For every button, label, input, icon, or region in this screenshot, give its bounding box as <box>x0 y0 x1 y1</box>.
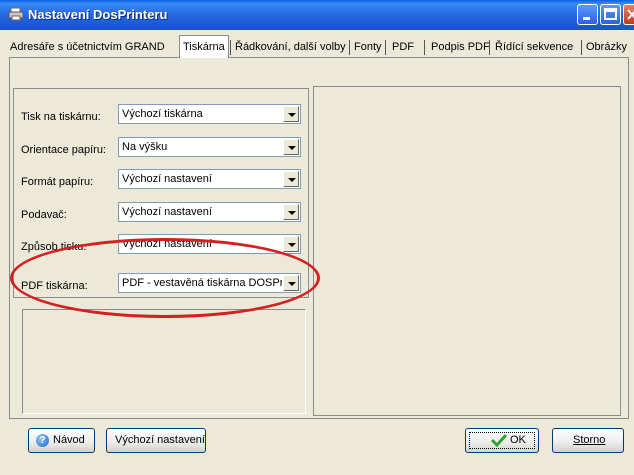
check-icon <box>490 433 508 447</box>
pdf-printer-select[interactable]: PDF - vestavěná tiskárna DOSPrin <box>118 273 301 293</box>
tab-strip: Adresáře s účetnictvím GRAND Tiskárna Řá… <box>0 35 634 58</box>
help-button-label: Návod <box>53 434 85 446</box>
chevron-down-icon[interactable] <box>283 106 299 122</box>
paper-format-select-value: Výchozí nastavení <box>122 173 212 185</box>
ok-button-label: OK <box>510 434 526 446</box>
preview-area <box>313 86 621 416</box>
info-area <box>22 309 306 414</box>
title-bar: Nastavení DosPrinteru <box>0 0 634 30</box>
print-mode-select[interactable]: Výchozí nastavení <box>118 234 301 254</box>
chevron-down-icon[interactable] <box>283 139 299 155</box>
close-button[interactable] <box>623 4 634 25</box>
tab-obrazky[interactable]: Obrázky <box>583 37 630 57</box>
tab-separator <box>424 40 425 55</box>
tab-adresare[interactable]: Adresáře s účetnictvím GRAND <box>7 37 168 57</box>
cancel-button[interactable]: Storno <box>552 428 624 453</box>
tab-pdf[interactable]: PDF <box>389 37 417 57</box>
label-tisk-na-tiskarnu: Tisk na tiskárnu: <box>21 111 101 123</box>
printer-icon <box>8 7 24 21</box>
orientation-select[interactable]: Na výšku <box>118 137 301 157</box>
help-button[interactable]: ? Návod <box>28 428 95 453</box>
chevron-down-icon[interactable] <box>283 236 299 252</box>
chevron-down-icon[interactable] <box>283 204 299 220</box>
defaults-button[interactable]: Výchozí nastavení <box>106 428 206 453</box>
paper-format-select[interactable]: Výchozí nastavení <box>118 169 301 189</box>
cancel-button-label: Storno <box>573 434 606 446</box>
printer-select[interactable]: Výchozí tiskárna <box>118 104 301 124</box>
tab-radkovani[interactable]: Řádkování, další volby <box>232 37 349 57</box>
tab-separator <box>349 40 350 55</box>
label-format-papiru: Formát papíru: <box>21 176 94 188</box>
label-orientace-papiru: Orientace papíru: <box>21 144 106 156</box>
maximize-icon <box>604 8 617 20</box>
close-icon <box>627 9 634 20</box>
minimize-icon <box>583 17 590 20</box>
tab-fonty[interactable]: Fonty <box>351 37 385 57</box>
printer-select-value: Výchozí tiskárna <box>122 108 203 120</box>
label-podavac: Podavač: <box>21 209 67 221</box>
ok-button[interactable]: OK <box>465 428 539 453</box>
paper-tray-select[interactable]: Výchozí nastavení <box>118 202 301 222</box>
tab-podpis-pdf[interactable]: Podpis PDF <box>428 37 493 57</box>
help-icon: ? <box>36 434 49 447</box>
tab-separator <box>489 40 490 55</box>
window-title: Nastavení DosPrinteru <box>28 7 168 22</box>
paper-tray-select-value: Výchozí nastavení <box>122 206 212 218</box>
chevron-down-icon[interactable] <box>283 171 299 187</box>
chevron-down-icon[interactable] <box>283 275 299 291</box>
label-pdf-tiskarna: PDF tiskárna: <box>21 280 88 292</box>
tab-tiskarna[interactable]: Tiskárna <box>179 35 229 58</box>
pdf-printer-select-value: PDF - vestavěná tiskárna DOSPrin <box>122 277 282 289</box>
tab-separator <box>230 40 231 55</box>
tab-ridici-sekvence[interactable]: Řídící sekvence <box>492 37 576 57</box>
tab-separator <box>581 40 582 55</box>
tab-separator <box>385 40 386 55</box>
label-zpusob-tisku: Způsob tisku: <box>21 241 87 253</box>
print-mode-select-value: Výchozí nastavení <box>122 238 212 250</box>
maximize-button[interactable] <box>600 4 621 25</box>
defaults-button-label: Výchozí nastavení <box>115 434 205 446</box>
minimize-button[interactable] <box>577 4 598 25</box>
orientation-select-value: Na výšku <box>122 141 168 153</box>
